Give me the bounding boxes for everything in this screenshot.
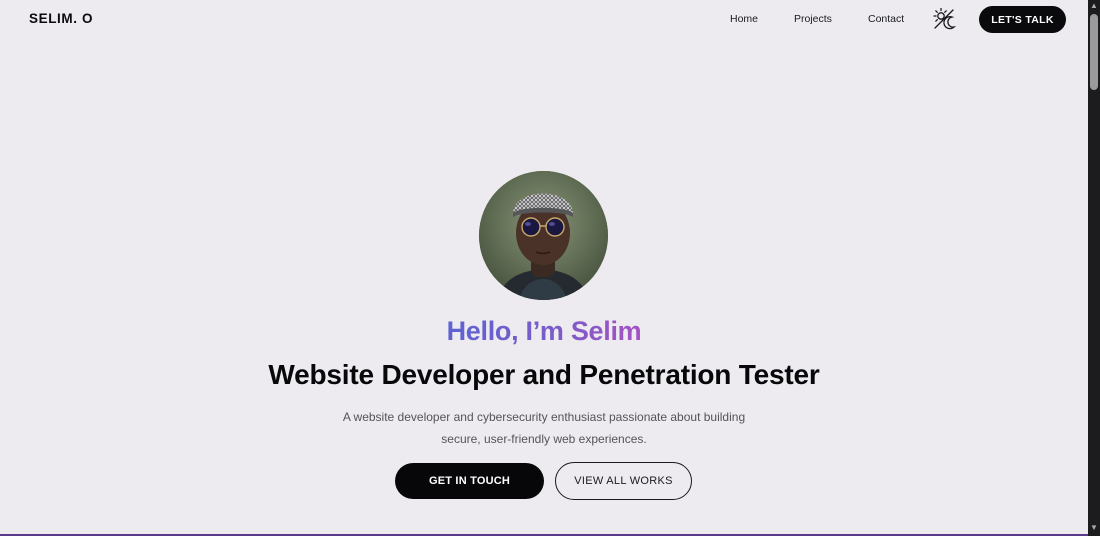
description-line-1: A website developer and cybersecurity en… — [342, 410, 746, 424]
theme-toggle-button[interactable] — [932, 7, 958, 31]
nav-link-projects[interactable]: Projects — [794, 13, 832, 25]
site-logo[interactable]: SELIM. O — [29, 11, 93, 26]
get-in-touch-button[interactable]: GET IN TOUCH — [395, 463, 544, 499]
page: SELIM. O Home Projects Contact LET'S TAL… — [0, 0, 1088, 536]
hero-description: A website developer and cybersecurity en… — [310, 406, 778, 450]
hero-greeting: Hello, I’m Selim — [0, 316, 1088, 347]
scroll-up-arrow-icon[interactable]: ▲ — [1090, 2, 1098, 10]
scrollbar-thumb[interactable] — [1090, 14, 1098, 90]
nav-link-contact[interactable]: Contact — [868, 13, 904, 25]
description-line-2: secure, user-friendly web experiences. — [441, 432, 647, 446]
view-all-works-button[interactable]: VIEW ALL WORKS — [555, 462, 692, 500]
greeting-text: Hello, I’m Selim — [446, 316, 642, 346]
sun-moon-icon — [933, 7, 957, 30]
profile-photo — [479, 171, 608, 300]
hero-headline: Website Developer and Penetration Tester — [268, 359, 820, 390]
profile-avatar — [479, 171, 608, 300]
scroll-down-arrow-icon[interactable]: ▼ — [1090, 524, 1098, 532]
site-header: SELIM. O Home Projects Contact LET'S TAL… — [0, 0, 1088, 38]
page-scrollbar[interactable]: ▲ ▼ — [1088, 0, 1100, 536]
nav-link-home[interactable]: Home — [730, 13, 758, 25]
lets-talk-button[interactable]: LET'S TALK — [979, 6, 1066, 33]
